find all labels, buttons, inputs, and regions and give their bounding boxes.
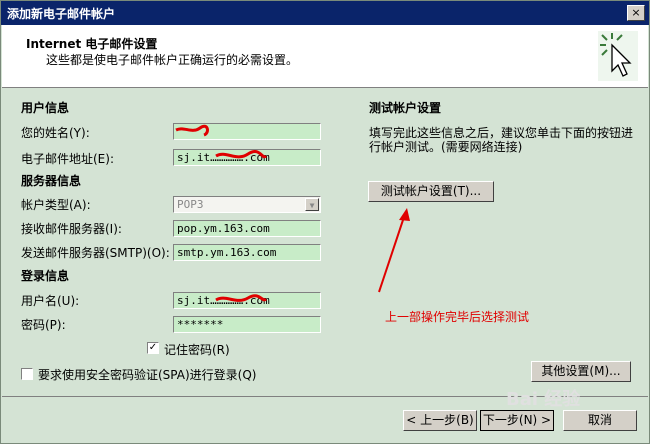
window-title: 添加新电子邮件帐户 (7, 7, 116, 21)
header-subtitle: 这些都是使电子邮件帐户正确运行的必需设置。 (46, 53, 299, 67)
spa-checkbox[interactable] (21, 368, 33, 380)
chevron-down-icon[interactable]: ▼ (305, 198, 319, 211)
password-field[interactable]: ******* (173, 316, 321, 333)
watermark: Bai 经验 (506, 389, 581, 410)
account-type-select[interactable]: POP3 ▼ (173, 196, 321, 213)
spa-label: 要求使用安全密码验证(SPA)进行登录(Q) (38, 368, 257, 382)
username-label: 用户名(U): (21, 294, 80, 308)
header-panel: Internet 电子邮件设置 这些都是使电子邮件帐户正确运行的必需设置。 (2, 25, 648, 88)
incoming-server-field[interactable]: pop.ym.163.com (173, 220, 321, 237)
dialog-window: 添加新电子邮件帐户 × Internet 电子邮件设置 这些都是使电子邮件帐户正… (0, 0, 650, 444)
cancel-button[interactable]: 取消 (563, 410, 637, 431)
remember-password-label: 记住密码(R) (164, 343, 230, 357)
redaction-scribble (215, 150, 268, 159)
server-info-heading: 服务器信息 (21, 174, 82, 188)
redaction-scribble (175, 124, 209, 137)
back-button[interactable]: < 上一步(B) (403, 410, 477, 431)
next-button[interactable]: 下一步(N) > (480, 410, 554, 431)
email-label: 电子邮件地址(E): (21, 152, 114, 166)
close-button[interactable]: × (627, 5, 645, 21)
more-settings-button[interactable]: 其他设置(M)... (531, 361, 631, 382)
username-field[interactable]: sj.it…………….com (173, 292, 321, 309)
email-field[interactable]: sj.it…………….com (173, 149, 321, 166)
incoming-server-label: 接收邮件服务器(I): (21, 222, 122, 236)
annotation-text: 上一部操作完毕后选择测试 (385, 310, 530, 324)
test-account-button[interactable]: 测试帐户设置(T)... (368, 181, 494, 202)
test-desc-line2: 行帐户测试。(需要网络连接) (369, 140, 523, 154)
remember-password-checkbox[interactable]: ✓ (147, 342, 159, 354)
test-settings-heading: 测试帐户设置 (369, 101, 442, 115)
account-type-label: 帐户类型(A): (21, 198, 91, 212)
annotation-arrow (378, 208, 410, 293)
header-title: Internet 电子邮件设置 (26, 37, 158, 51)
cursor-click-icon (598, 31, 638, 81)
login-info-heading: 登录信息 (21, 269, 70, 283)
outgoing-server-label: 发送邮件服务器(SMTP)(O): (21, 246, 170, 260)
title-bar: 添加新电子邮件帐户 × (1, 1, 649, 25)
name-field[interactable] (173, 123, 321, 140)
password-label: 密码(P): (21, 318, 66, 332)
outgoing-server-field[interactable]: smtp.ym.163.com (173, 244, 321, 261)
redaction-scribble (215, 294, 268, 302)
name-label: 您的姓名(Y): (21, 126, 90, 140)
user-info-heading: 用户信息 (21, 101, 70, 115)
